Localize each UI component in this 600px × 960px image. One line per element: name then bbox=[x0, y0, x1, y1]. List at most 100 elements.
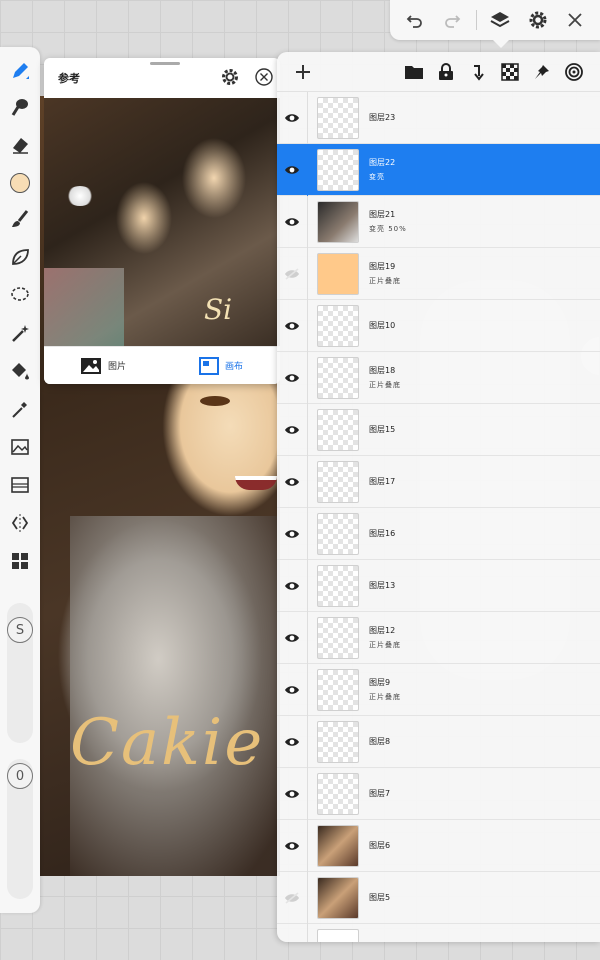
eyedropper-icon[interactable] bbox=[6, 395, 34, 423]
pin-icon[interactable] bbox=[526, 58, 558, 86]
eye-icon[interactable] bbox=[277, 788, 307, 800]
reference-settings-icon[interactable] bbox=[220, 67, 240, 91]
eye-icon[interactable] bbox=[277, 580, 307, 592]
brush-opacity-knob[interactable]: 0 bbox=[7, 763, 33, 789]
layer-thumbnail[interactable] bbox=[317, 824, 359, 867]
layer-thumbnail[interactable] bbox=[317, 356, 359, 399]
tab-canvas-label: 画布 bbox=[224, 362, 243, 372]
smudge-icon[interactable] bbox=[6, 93, 34, 121]
layer-row[interactable]: 图层17 bbox=[277, 455, 600, 508]
redo-icon[interactable] bbox=[438, 6, 466, 34]
layer-thumbnail[interactable] bbox=[317, 564, 359, 607]
eye-icon[interactable] bbox=[277, 684, 307, 696]
add-layer-icon[interactable] bbox=[287, 58, 319, 86]
leaf-brush-icon[interactable] bbox=[6, 243, 34, 271]
tab-image[interactable]: 图片 bbox=[44, 347, 162, 384]
layer-blend-mode: 变亮 50% bbox=[369, 225, 407, 233]
tab-canvas[interactable]: 画布 bbox=[162, 347, 280, 384]
target-icon[interactable] bbox=[558, 58, 590, 86]
reference-image[interactable]: Si bbox=[44, 98, 280, 346]
filter-icon[interactable] bbox=[6, 471, 34, 499]
layer-thumbnail[interactable] bbox=[317, 928, 359, 942]
layer-name: 图层15 bbox=[369, 425, 396, 434]
layer-thumbnail[interactable] bbox=[317, 876, 359, 919]
layer-row[interactable]: 图层19 正片叠底 bbox=[277, 247, 600, 300]
layer-name: 图层7 bbox=[369, 789, 391, 798]
eye-icon[interactable] bbox=[277, 216, 307, 228]
layer-thumbnail[interactable] bbox=[317, 616, 359, 659]
eye-icon[interactable] bbox=[277, 164, 307, 176]
eye-hidden-icon[interactable] bbox=[277, 891, 307, 904]
layer-thumbnail[interactable] bbox=[317, 200, 359, 243]
layer-row[interactable]: 图层13 bbox=[277, 559, 600, 612]
lock-icon[interactable] bbox=[430, 58, 462, 86]
layer-name: 图层12 bbox=[369, 626, 396, 635]
image-import-icon[interactable] bbox=[6, 433, 34, 461]
brush-icon[interactable] bbox=[6, 205, 34, 233]
layer-blend-mode: 正片叠底 bbox=[369, 693, 401, 701]
layer-row[interactable]: 图层8 bbox=[277, 715, 600, 768]
pen-tool-icon[interactable] bbox=[6, 57, 34, 85]
layer-info: 图层16 bbox=[369, 528, 395, 539]
layer-divider bbox=[307, 455, 308, 508]
layer-thumbnail[interactable] bbox=[317, 148, 359, 191]
layer-row[interactable]: 图层7 bbox=[277, 767, 600, 820]
close-icon[interactable] bbox=[561, 6, 589, 34]
layer-row[interactable]: 图层9 正片叠底 bbox=[277, 663, 600, 716]
eye-icon[interactable] bbox=[277, 112, 307, 124]
brush-size-slider[interactable]: S bbox=[7, 603, 33, 743]
eye-icon[interactable] bbox=[277, 320, 307, 332]
layer-row[interactable]: 图层16 bbox=[277, 507, 600, 560]
eye-hidden-icon[interactable] bbox=[277, 267, 307, 280]
artwork-signature: Cakie bbox=[70, 706, 265, 780]
reference-close-icon[interactable] bbox=[254, 67, 274, 91]
layer-thumbnail[interactable] bbox=[317, 720, 359, 763]
brush-opacity-slider[interactable]: 0 bbox=[7, 759, 33, 899]
layer-row[interactable]: 图层15 bbox=[277, 403, 600, 456]
layer-row[interactable]: 背景 bbox=[277, 923, 600, 942]
lasso-icon[interactable] bbox=[6, 281, 34, 309]
layer-thumbnail[interactable] bbox=[317, 512, 359, 555]
brush-size-knob[interactable]: S bbox=[7, 617, 33, 643]
eye-icon[interactable] bbox=[277, 528, 307, 540]
color-swatch[interactable] bbox=[6, 169, 34, 197]
reference-drag-handle[interactable] bbox=[150, 62, 180, 65]
layers-icon[interactable] bbox=[486, 6, 514, 34]
layer-thumbnail[interactable] bbox=[317, 304, 359, 347]
layer-row[interactable]: 图层23 bbox=[277, 91, 600, 144]
layer-thumbnail[interactable] bbox=[317, 460, 359, 503]
layer-row[interactable]: 图层10 bbox=[277, 299, 600, 352]
layer-row[interactable]: 图层22 变亮 bbox=[277, 143, 600, 196]
layer-row[interactable]: 图层21 变亮 50% bbox=[277, 195, 600, 248]
layer-row[interactable]: 图层5 bbox=[277, 871, 600, 924]
grid-icon[interactable] bbox=[6, 547, 34, 575]
layer-name: 图层6 bbox=[369, 841, 391, 850]
eye-icon[interactable] bbox=[277, 840, 307, 852]
undo-icon[interactable] bbox=[401, 6, 429, 34]
symmetry-icon[interactable] bbox=[6, 509, 34, 537]
layer-row[interactable]: 图层12 正片叠底 bbox=[277, 611, 600, 664]
checker-icon[interactable] bbox=[494, 58, 526, 86]
reference-window[interactable]: 参考 Si 图片 画布 bbox=[44, 58, 280, 384]
layer-thumbnail[interactable] bbox=[317, 96, 359, 139]
eraser-icon[interactable] bbox=[6, 131, 34, 159]
eye-icon[interactable] bbox=[277, 476, 307, 488]
layer-name: 图层19 bbox=[369, 262, 396, 271]
eye-icon[interactable] bbox=[277, 736, 307, 748]
layer-thumbnail[interactable] bbox=[317, 772, 359, 815]
layer-thumbnail[interactable] bbox=[317, 668, 359, 711]
layer-name: 图层9 bbox=[369, 678, 391, 687]
layer-info: 图层6 bbox=[369, 840, 390, 851]
eye-icon[interactable] bbox=[277, 372, 307, 384]
layer-thumbnail[interactable] bbox=[317, 252, 359, 295]
fill-bucket-icon[interactable] bbox=[6, 357, 34, 385]
layer-row[interactable]: 图层18 正片叠底 bbox=[277, 351, 600, 404]
merge-down-icon[interactable] bbox=[462, 58, 494, 86]
eye-icon[interactable] bbox=[277, 424, 307, 436]
layer-row[interactable]: 图层6 bbox=[277, 819, 600, 872]
folder-icon[interactable] bbox=[398, 58, 430, 86]
layer-thumbnail[interactable] bbox=[317, 408, 359, 451]
settings-icon[interactable] bbox=[524, 6, 552, 34]
eye-icon[interactable] bbox=[277, 632, 307, 644]
magic-wand-icon[interactable] bbox=[6, 319, 34, 347]
